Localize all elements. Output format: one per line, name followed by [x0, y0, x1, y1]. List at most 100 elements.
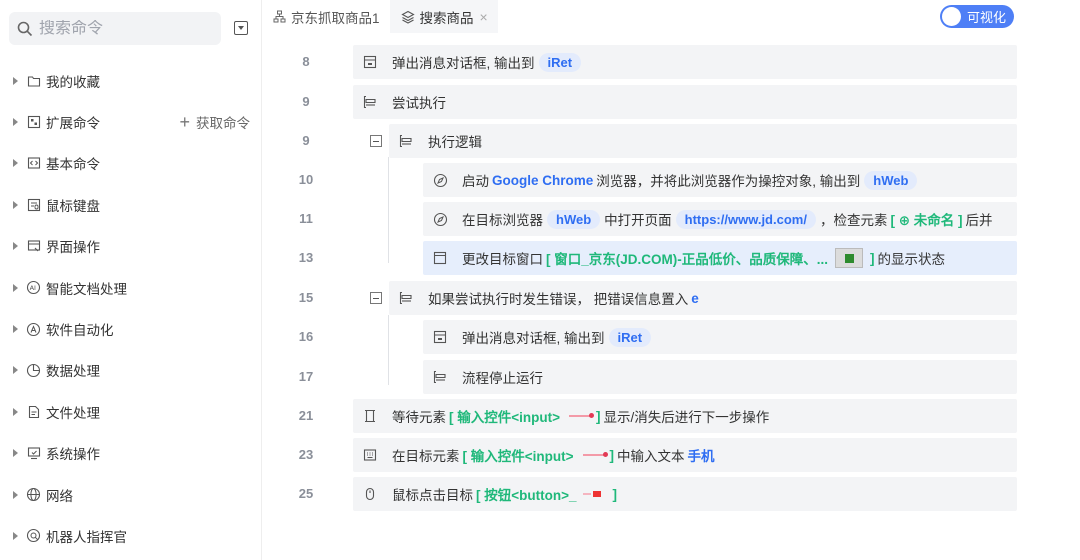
- command-sidebar: 我的收藏 扩展命令 +获取命令 基本命令 鼠标键盘 界面操作 AI 智能文档处理: [0, 0, 262, 560]
- close-tab-icon[interactable]: ×: [480, 9, 488, 25]
- category-label: 数据处理: [46, 364, 100, 380]
- line-number: 10: [298, 172, 314, 187]
- window-ref[interactable]: [ 窗口_京东(JD.COM)-正品低价、品质保障、...: [546, 248, 828, 268]
- category-data-processing[interactable]: 数据处理: [0, 350, 262, 391]
- expand-arrow-icon: [13, 490, 18, 499]
- flow-step[interactable]: 13 更改目标窗口[ 窗口_京东(JD.COM)-正品低价、品质保障、...] 的…: [262, 241, 1080, 275]
- variable-pill[interactable]: iRet: [608, 327, 652, 347]
- flow-icon: [273, 10, 286, 23]
- flow-step[interactable]: 23 在目标元素[ 输入控件<input>] 中输入文本 手机: [262, 438, 1080, 472]
- compass-icon: [432, 172, 448, 188]
- category-software-automation[interactable]: 软件自动化: [0, 308, 262, 349]
- collapse-minus-icon[interactable]: [370, 135, 382, 147]
- flow-step[interactable]: 17 流程停止运行: [262, 360, 1080, 394]
- category-label: 软件自动化: [46, 323, 114, 339]
- category-network[interactable]: 网络: [0, 474, 262, 515]
- step-bar[interactable]: 执行逻辑: [389, 124, 1017, 158]
- toggle-label: 可视化: [967, 10, 1007, 25]
- category-label: 界面操作: [46, 240, 100, 256]
- visualize-toggle[interactable]: 可视化: [940, 5, 1014, 28]
- category-basic[interactable]: 基本命令: [0, 143, 262, 184]
- step-bar[interactable]: 在目标元素[ 输入控件<input>] 中输入文本 手机: [353, 438, 1017, 472]
- button-preview: [582, 490, 607, 498]
- line-number: 11: [299, 211, 313, 226]
- folder-icon: [26, 73, 41, 88]
- expand-arrow-icon: [13, 531, 18, 540]
- mouse-click-icon: [362, 486, 378, 502]
- tab-search-goods[interactable]: 搜索商品 ×: [389, 0, 498, 33]
- search-box[interactable]: [9, 12, 221, 45]
- step-bar[interactable]: 弹出消息对话框, 输出到 iRet: [353, 45, 1017, 79]
- step-bar[interactable]: 等待元素[ 输入控件<input>] 显示/消失后进行下一步操作: [353, 399, 1017, 433]
- category-list: 我的收藏 扩展命令 + 获取命令 基本命令 鼠标键盘 界面操作 AI 智能文档处理: [0, 60, 262, 557]
- variable-pill[interactable]: hWeb: [547, 209, 601, 229]
- flow-step[interactable]: 9 尝试执行: [262, 85, 1080, 119]
- globe-icon: [26, 487, 41, 502]
- step-bar[interactable]: 启动 Google Chrome 浏览器，并将此浏览器作为操控对象, 输出到 hWeb: [423, 163, 1017, 197]
- category-label: 机器人指挥官: [46, 529, 127, 545]
- expand-arrow-icon: [13, 118, 18, 127]
- category-label: 扩展命令: [46, 116, 100, 132]
- category-label: 鼠标键盘: [46, 198, 100, 214]
- window-state-icon: [432, 250, 448, 266]
- step-bar[interactable]: 弹出消息对话框, 输出到 iRet: [423, 320, 1017, 354]
- keyboard-icon: [362, 447, 378, 463]
- category-label: 系统操作: [46, 447, 100, 463]
- category-favorites[interactable]: 我的收藏: [0, 60, 262, 101]
- step-bar[interactable]: 更改目标窗口[ 窗口_京东(JD.COM)-正品低价、品质保障、...] 的显示状…: [423, 241, 1017, 275]
- flow-step[interactable]: 25 鼠标点击目标[ 按钮<button>_]: [262, 477, 1080, 511]
- step-bar[interactable]: 如果尝试执行时发生错误， 把错误信息置入 e: [389, 281, 1017, 315]
- toggle-knob: [942, 7, 961, 26]
- category-ui-operation[interactable]: 界面操作: [0, 226, 262, 267]
- code-icon: [26, 156, 41, 171]
- category-label: 文件处理: [46, 405, 100, 421]
- expand-arrow-icon: [13, 159, 18, 168]
- category-file-processing[interactable]: 文件处理: [0, 391, 262, 432]
- tab-jd-scrape[interactable]: 京东抓取商品1: [262, 0, 390, 33]
- category-system-operation[interactable]: 系统操作: [0, 433, 262, 474]
- flow-step[interactable]: 9 执行逻辑: [262, 124, 1080, 158]
- category-mouse-keyboard[interactable]: 鼠标键盘: [0, 184, 262, 225]
- expand-arrow-icon: [13, 449, 18, 458]
- url-pill[interactable]: https://www.jd.com/: [675, 209, 816, 229]
- flow-step[interactable]: 10 启动 Google Chrome 浏览器，并将此浏览器作为操控对象, 输出到 h…: [262, 163, 1080, 197]
- step-bar[interactable]: 尝试执行: [353, 85, 1017, 119]
- element-ref[interactable]: [ ⊕ 未命名 ]: [890, 209, 962, 229]
- step-bar[interactable]: 鼠标点击目标[ 按钮<button>_]: [353, 477, 1017, 511]
- expand-arrow-icon: [13, 366, 18, 375]
- line-number: 17: [298, 369, 314, 384]
- plus-icon: +: [179, 112, 190, 133]
- message-dialog-icon: [362, 54, 378, 70]
- expand-arrow-icon: [13, 283, 18, 292]
- collapse-all-icon[interactable]: [234, 21, 248, 35]
- flow-editor: 8 弹出消息对话框, 输出到 iRet 9 尝试执行 9 执行逻辑 10 启动 Go…: [262, 33, 1080, 560]
- robot-commander-icon: [26, 528, 41, 543]
- flow-step[interactable]: 11 在目标浏览器 hWeb 中打开页面 https://www.jd.com/，检查…: [262, 202, 1080, 236]
- search-icon: [17, 21, 33, 36]
- element-preview: [582, 452, 608, 457]
- flow-step[interactable]: 8 弹出消息对话框, 输出到 iRet: [262, 45, 1080, 79]
- collapse-minus-icon[interactable]: [370, 292, 382, 304]
- flow-step[interactable]: 21 等待元素[ 输入控件<input>] 显示/消失后进行下一步操作: [262, 399, 1080, 433]
- block-icon: [362, 94, 378, 110]
- variable-pill[interactable]: hWeb: [864, 170, 918, 190]
- element-ref[interactable]: [ 按钮<button>_: [476, 484, 577, 504]
- window-icon: [26, 239, 41, 254]
- element-ref[interactable]: [ 输入控件<input>: [463, 445, 574, 465]
- step-bar[interactable]: 流程停止运行: [423, 360, 1017, 394]
- flow-step[interactable]: 15 如果尝试执行时发生错误， 把错误信息置入 e: [262, 281, 1080, 315]
- get-commands-button[interactable]: + 获取命令: [179, 112, 250, 132]
- variable-pill[interactable]: iRet: [538, 52, 582, 72]
- expand-arrow-icon: [13, 200, 18, 209]
- automation-icon: [26, 322, 41, 337]
- step-bar[interactable]: 在目标浏览器 hWeb 中打开页面 https://www.jd.com/，检查元素[…: [423, 202, 1017, 236]
- category-extensions[interactable]: 扩展命令 + 获取命令: [0, 101, 262, 142]
- line-number: 13: [298, 250, 314, 265]
- search-input[interactable]: [39, 19, 209, 38]
- expand-arrow-icon: [13, 325, 18, 334]
- element-ref[interactable]: [ 输入控件<input>: [449, 406, 560, 426]
- flow-step[interactable]: 16 弹出消息对话框, 输出到 iRet: [262, 320, 1080, 354]
- category-robot-commander[interactable]: 机器人指挥官: [0, 515, 262, 556]
- file-icon: [26, 404, 41, 419]
- category-ai-document[interactable]: AI 智能文档处理: [0, 267, 262, 308]
